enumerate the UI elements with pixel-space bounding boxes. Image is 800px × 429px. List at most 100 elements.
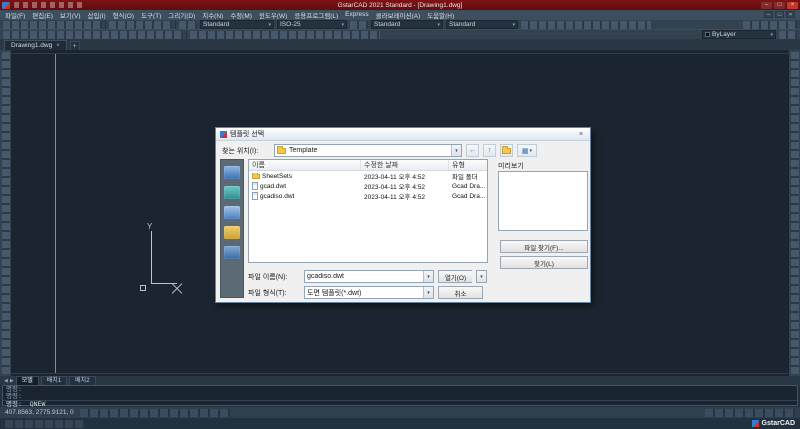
command-window[interactable]: 명령: 명령: 명령: _QNEW [2,385,798,408]
modify-toolbar[interactable] [789,50,800,376]
table-style-combo[interactable]: Standard ▾ [446,20,518,29]
file-type-label: 파일 형식(T): [248,289,287,297]
find-file-button[interactable]: 파일 찾기(F)... [500,240,588,253]
minimize-icon: – [764,1,769,8]
text-toolbar-icon[interactable] [350,20,368,29]
tab-model[interactable]: 모델 [15,376,39,385]
file-type-combo[interactable]: 도면 템플릿(*.dwt) ▾ [304,286,434,299]
layer-toolbar-icons[interactable] [3,30,183,39]
layout-prev-icon[interactable]: ◀ [4,378,8,384]
ucs-origin-box [140,285,146,291]
color-combo[interactable]: ByLayer ▾ [702,30,776,39]
construction-line [55,54,56,373]
dialog-close-button[interactable]: × [576,130,586,139]
cancel-button[interactable]: 취소 [438,286,483,299]
quick-access-toolbar[interactable] [14,2,86,8]
places-documents-button[interactable] [224,206,240,219]
status-toggle-buttons[interactable] [79,408,230,417]
close-icon: × [788,12,793,18]
open-button[interactable]: 열기(O) [438,270,472,283]
match-properties-icon[interactable] [779,30,797,39]
menu-tools[interactable]: 도구(T) [141,10,161,20]
tab-drawing1[interactable]: Drawing1.dwg × [4,40,67,50]
preview-pane [498,171,588,231]
draw-toolbar[interactable] [0,50,11,376]
chevron-down-icon[interactable]: ▾ [451,145,461,156]
menu-format[interactable]: 형식(O) [113,10,134,20]
file-row-gcadiso-dwt[interactable]: gcadiso.dwt 2023-04-11 오후 4:52 Gcad Dra.… [249,191,487,201]
zoom-toolbar-icons[interactable] [109,20,172,29]
column-name[interactable]: 이름 [249,160,361,170]
layout-next-icon[interactable]: ▶ [10,378,14,384]
places-network-button[interactable] [224,246,240,259]
file-name-cell: gcad.dwt [249,182,361,190]
file-name-combo[interactable]: gcadiso.dwt ▾ [304,270,434,283]
status-lower-icons[interactable] [5,419,85,428]
menu-window[interactable]: 윈도우(W) [259,10,287,20]
folder-icon [252,172,260,179]
places-desktop-button[interactable] [224,186,240,199]
tab-layout2[interactable]: 배치2 [69,376,96,385]
menu-collaboration[interactable]: 콜라보레이션(A) [376,10,421,20]
style-toolbar-icon[interactable] [179,20,197,29]
file-type-cell: 파일 폴더 [452,174,478,181]
object-properties-icons[interactable] [190,30,380,39]
title-bar: GstarCAD 2021 Standard - [Drawing1.dwg] … [0,0,800,10]
doc-minimize-button[interactable]: – [764,11,773,18]
places-favorites-button[interactable] [224,226,240,239]
menu-dimension[interactable]: 치수(N) [202,10,223,20]
standard-toolbar: Standard ▾ ISO-25 ▾ Standard ▾ Standard … [0,19,800,29]
color-combo-value: ByLayer [712,31,736,38]
file-list: 이름 수정한 날짜 유형 SheetSets 2023-04-11 오후 4:5… [248,159,488,263]
new-tab-button[interactable]: + [69,41,80,50]
menu-file[interactable]: 파일(F) [5,10,25,20]
menu-help[interactable]: 도움말(H) [427,10,454,20]
file-toolbar-icons[interactable] [3,20,102,29]
file-name-cell: gcadiso.dwt [249,192,361,200]
menu-insert[interactable]: 삽입(I) [88,10,106,20]
window-close-button[interactable]: × [787,1,798,9]
chevron-down-icon: ▾ [512,21,515,28]
properties-toolbar-icons[interactable] [521,20,651,29]
back-button[interactable]: ← [466,144,479,157]
brand-badge: GstarCAD [751,420,795,427]
open-split-arrow-button[interactable]: ▾ [476,270,487,283]
tab-close-icon[interactable]: × [56,43,60,49]
workspace-style-combo[interactable]: Standard ▾ [200,20,274,29]
window-minimize-button[interactable]: – [761,1,772,9]
look-in-combo[interactable]: Template ▾ [274,144,462,157]
views-menu-button[interactable]: ▦ ▾ [517,144,537,157]
mdi-window-controls: – □ × [764,11,795,18]
chevron-down-icon[interactable]: ▾ [423,271,433,282]
status-bar-lower: GstarCAD [0,418,800,429]
file-name-text: gcadiso.dwt [260,192,295,200]
locate-button[interactable]: 찾기(L) [500,256,588,269]
dim-style-combo[interactable]: ISO-25 ▾ [277,20,347,29]
command-area: 명령: 명령: 명령: _QNEW [0,385,800,408]
file-row-gcad-dwt[interactable]: gcad.dwt 2023-04-11 오후 4:52 Gcad Dra... [249,181,487,191]
menu-draw[interactable]: 그리기(D) [168,10,195,20]
color-swatch-icon [705,32,710,37]
chevron-down-icon[interactable]: ▾ [423,287,433,298]
help-toolbar-icons[interactable] [743,20,797,29]
new-folder-button[interactable] [500,144,513,157]
doc-restore-button[interactable]: □ [775,11,784,18]
menu-view[interactable]: 보기(V) [60,10,81,20]
places-history-button[interactable] [224,166,240,179]
file-row-sheetsets[interactable]: SheetSets 2023-04-11 오후 4:52 파일 폴더 [249,171,487,181]
status-right-icons[interactable] [705,408,795,417]
menu-application[interactable]: 응용프로그램(L) [294,10,338,20]
column-date-modified[interactable]: 수정한 날짜 [361,160,449,170]
doc-close-button[interactable]: × [786,11,795,18]
menu-modify[interactable]: 수정(M) [230,10,252,20]
up-one-level-button[interactable]: ↑ [483,144,496,157]
tab-layout1[interactable]: 배치1 [40,376,68,385]
look-in-value: Template [289,147,318,154]
dialog-title-bar[interactable]: 템플릿 선택 × [216,128,590,141]
drawing-canvas[interactable]: Y 템플릿 선택 × 찾는 위치(I): Template ▾ ← ↑ ▦ ▾ … [11,50,789,376]
menu-edit[interactable]: 편집(E) [32,10,53,20]
window-maximize-button[interactable]: □ [774,1,785,9]
menu-express[interactable]: Express [345,11,368,18]
text-style-combo[interactable]: Standard ▾ [371,20,443,29]
column-type[interactable]: 유형 [449,160,487,170]
